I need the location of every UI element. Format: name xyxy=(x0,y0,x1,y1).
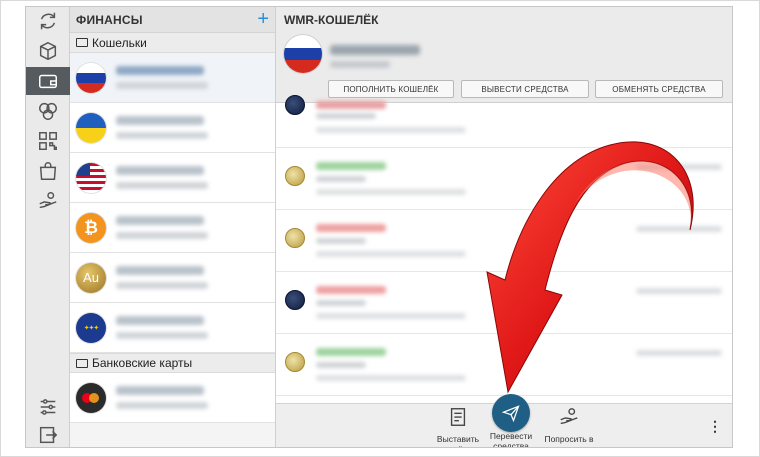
hand-coin-icon[interactable] xyxy=(26,187,70,215)
plus-icon[interactable]: + xyxy=(257,9,269,29)
transaction-icon xyxy=(285,95,305,115)
wallet-icon[interactable] xyxy=(26,67,77,95)
withdraw-button[interactable]: ВЫВЕСТИ СРЕДСТВА xyxy=(461,80,589,98)
eu-flag-icon: ✦✦✦ xyxy=(76,312,106,343)
wallet-item-gold[interactable]: Au xyxy=(70,253,275,303)
wallet-list-panel: ФИНАНСЫ + Кошельки ₿ Au ✦✦✦ Банковские к… xyxy=(70,7,276,447)
wallet-item-bitcoin[interactable]: ₿ xyxy=(70,203,275,253)
card-small-icon xyxy=(76,358,88,368)
transaction-row[interactable] xyxy=(276,272,732,334)
transaction-icon xyxy=(285,228,305,248)
transaction-icon xyxy=(285,290,305,310)
shopping-bag-icon[interactable] xyxy=(26,157,70,185)
settings-sliders-icon[interactable] xyxy=(26,393,70,421)
usa-flag-icon xyxy=(76,162,106,193)
wallet-title: WMR-КОШЕЛЁК xyxy=(284,13,379,27)
invoice-label: Выставить счёт xyxy=(436,434,480,447)
transaction-row[interactable] xyxy=(276,334,732,396)
paper-plane-icon xyxy=(501,405,520,423)
section-cards-label: Банковские карты xyxy=(92,356,193,370)
transfer-action[interactable]: Перевести средства xyxy=(484,431,538,448)
section-cards: Банковские карты xyxy=(70,353,275,373)
qr-code-icon[interactable] xyxy=(26,127,70,155)
section-wallets: Кошельки xyxy=(70,33,275,53)
more-menu-icon[interactable]: ⋮ xyxy=(708,418,722,435)
transaction-row[interactable] xyxy=(276,210,732,272)
list-header: ФИНАНСЫ + xyxy=(70,7,275,33)
wallet-item-usa[interactable] xyxy=(70,153,275,203)
wallet-item-russia[interactable] xyxy=(70,53,275,103)
transaction-icon xyxy=(285,352,305,372)
wallet-item-ukraine[interactable] xyxy=(70,103,275,153)
transaction-row[interactable] xyxy=(276,148,732,210)
transfer-button[interactable] xyxy=(492,394,530,432)
loan-action[interactable]: Попросить в долг xyxy=(542,406,596,447)
box-icon[interactable] xyxy=(26,37,70,65)
mastercard-icon xyxy=(76,382,106,413)
transfer-label: Перевести средства xyxy=(489,431,533,448)
wallet-detail-panel: WMR-КОШЕЛЁК ПОПОЛНИТЬ КОШЕЛЁК ВЫВЕСТИ СР… xyxy=(276,7,732,448)
wallet-item-eu[interactable]: ✦✦✦ xyxy=(70,303,275,353)
logout-icon[interactable] xyxy=(26,421,70,447)
russia-flag-icon xyxy=(76,62,106,93)
app-window: ФИНАНСЫ + Кошельки ₿ Au ✦✦✦ Банковские к… xyxy=(25,6,733,448)
gold-badge: Au xyxy=(83,270,99,285)
card-item-mastercard[interactable] xyxy=(70,373,275,423)
transaction-icon xyxy=(285,166,305,186)
wallet-header: WMR-КОШЕЛЁК ПОПОЛНИТЬ КОШЕЛЁК ВЫВЕСТИ СР… xyxy=(276,7,732,103)
hand-request-icon xyxy=(560,408,578,425)
nav-rail xyxy=(26,7,77,447)
list-title: ФИНАНСЫ xyxy=(76,12,143,27)
gold-coin-icon: Au xyxy=(76,262,106,293)
loan-label: Попросить в долг xyxy=(544,434,594,447)
refresh-icon[interactable] xyxy=(26,7,70,35)
section-wallets-label: Кошельки xyxy=(92,35,147,50)
coins-icon[interactable] xyxy=(26,97,70,125)
exchange-button[interactable]: ОБМЕНЯТЬ СРЕДСТВА xyxy=(595,80,723,98)
topup-button[interactable]: ПОПОЛНИТЬ КОШЕЛЁК xyxy=(328,80,454,98)
wallet-small-icon xyxy=(76,38,88,47)
ukraine-flag-icon xyxy=(76,112,106,143)
transaction-list xyxy=(276,95,732,396)
invoice-icon xyxy=(450,408,466,426)
bitcoin-icon: ₿ xyxy=(76,212,106,243)
russia-flag-large-icon xyxy=(284,35,322,73)
invoice-action[interactable]: Выставить счёт xyxy=(431,406,485,447)
transaction-row[interactable] xyxy=(276,95,732,148)
action-bar: Выставить счёт Перевести средства Попрос… xyxy=(276,394,732,448)
